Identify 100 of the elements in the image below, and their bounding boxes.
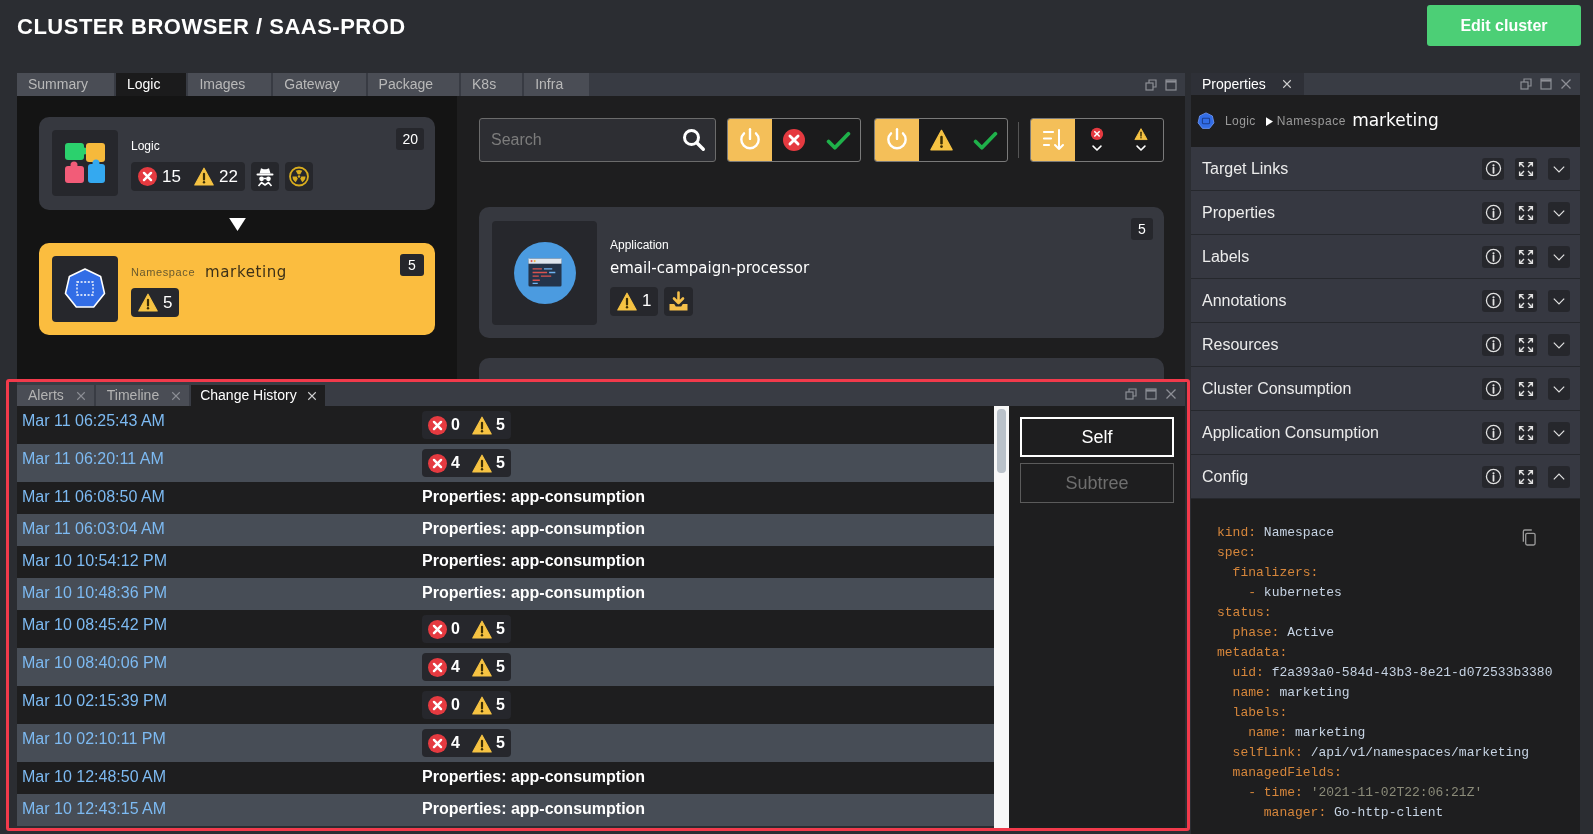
info-button[interactable] [1482, 289, 1504, 312]
tab[interactable]: Logic [115, 73, 187, 96]
toggle-button[interactable] [1548, 245, 1570, 268]
page-title: CLUSTER BROWSER / SAAS-PROD [17, 13, 406, 41]
scrollbar-thumb[interactable] [997, 409, 1006, 473]
history-row[interactable]: Mar 11 06:03:04 AM Properties: app-consumption [17, 514, 994, 546]
expand-button[interactable] [1515, 289, 1537, 312]
expand-icon [1518, 468, 1534, 485]
restore-window-icon[interactable] [1145, 78, 1157, 91]
error-sort-icon [1090, 127, 1104, 153]
history-row[interactable]: Mar 11 06:25:43 AM 0 5 [17, 406, 994, 444]
tab[interactable]: Properties [1191, 73, 1304, 95]
section-header[interactable]: Annotations [1191, 279, 1580, 323]
tab[interactable]: Timeline [95, 385, 190, 406]
toggle-button[interactable] [1548, 201, 1570, 224]
toggle-button[interactable] [1548, 465, 1570, 488]
node-card[interactable]: Namespace marketing 5 5 [39, 243, 435, 335]
error-count: 4 [451, 657, 460, 677]
history-row[interactable]: Mar 10 10:54:12 PM Properties: app-consumption [17, 546, 994, 578]
info-button[interactable] [1482, 333, 1504, 356]
node-name: marketing [1352, 109, 1439, 133]
tab[interactable]: Package [367, 73, 460, 96]
toggle-button[interactable] [1548, 333, 1570, 356]
expand-button[interactable] [1515, 465, 1537, 488]
maximize-icon[interactable] [1165, 78, 1177, 91]
change-text: Properties: app-consumption [422, 551, 646, 571]
tab[interactable]: Gateway [273, 73, 366, 96]
filter-toggle[interactable] [875, 119, 919, 161]
count-badge: 5 [400, 254, 424, 276]
puzzle-icon [63, 141, 107, 185]
change-text: Properties: app-consumption [422, 767, 646, 787]
section-header[interactable]: Properties [1191, 191, 1580, 235]
tab[interactable]: Change History [191, 385, 325, 406]
expand-button[interactable] [1515, 421, 1537, 444]
history-row[interactable]: Mar 11 06:20:11 AM 4 5 [17, 444, 994, 482]
section-header[interactable]: Resources [1191, 323, 1580, 367]
section-header[interactable]: Config [1191, 455, 1580, 499]
expand-icon [1518, 380, 1534, 397]
info-button[interactable] [1482, 157, 1504, 180]
info-button[interactable] [1482, 201, 1504, 224]
restore-window-icon[interactable] [1520, 78, 1532, 90]
copy-icon[interactable] [1521, 529, 1536, 546]
info-button[interactable] [1482, 465, 1504, 488]
toggle-button[interactable] [1548, 289, 1570, 312]
history-row[interactable]: Mar 11 06:08:50 AM Properties: app-consumption [17, 482, 994, 514]
toggle-button[interactable] [1548, 421, 1570, 444]
tab[interactable]: Infra [524, 73, 590, 96]
expand-button[interactable] [1515, 245, 1537, 268]
expand-button[interactable] [1515, 377, 1537, 400]
error-icon [783, 129, 805, 151]
tab[interactable]: K8s [461, 73, 523, 96]
tab[interactable]: Images [188, 73, 272, 96]
code-line: uid: f2a393a0-584d-43b3-8e21-d072533b3380 [1232, 664, 1553, 682]
change-text: Properties: app-consumption [422, 799, 646, 819]
toggle-button[interactable] [1548, 157, 1570, 180]
history-row[interactable]: Mar 10 08:40:06 PM 4 5 [17, 648, 994, 686]
history-row[interactable]: Mar 10 12:43:15 AM Properties: app-consumption [17, 794, 994, 826]
history-row[interactable]: Mar 10 08:45:42 PM 0 5 [17, 610, 994, 648]
tab[interactable]: Summary [17, 73, 114, 96]
history-row[interactable]: Mar 10 02:15:39 PM 0 5 [17, 686, 994, 724]
expand-icon [1518, 160, 1534, 177]
scope-button[interactable]: Self [1020, 417, 1174, 457]
expand-button[interactable] [1515, 201, 1537, 224]
section-header[interactable]: Cluster Consumption [1191, 367, 1580, 411]
warning-icon [193, 167, 214, 186]
toggle-button[interactable] [1548, 377, 1570, 400]
section-header[interactable]: Labels [1191, 235, 1580, 279]
item-card[interactable]: Application email-campaign-processor 1 5 [479, 207, 1164, 338]
tab[interactable]: Alerts [17, 385, 94, 406]
filter-toggle[interactable] [1031, 119, 1075, 161]
node-card[interactable]: Logic 15 22 20 [39, 117, 435, 210]
search-field[interactable]: Search [479, 118, 716, 162]
history-row[interactable]: Mar 10 12:48:50 AM Properties: app-consumption [17, 762, 994, 794]
right-triangle-icon [1265, 116, 1273, 126]
info-button[interactable] [1482, 377, 1504, 400]
maximize-icon[interactable] [1540, 78, 1552, 90]
expand-button[interactable] [1515, 333, 1537, 356]
info-button[interactable] [1482, 421, 1504, 444]
download-icon[interactable] [664, 286, 694, 316]
search-icon[interactable] [682, 128, 706, 152]
restore-window-icon[interactable] [1125, 388, 1137, 400]
warning-icon [471, 415, 492, 435]
code-line: name: marketing [1248, 724, 1366, 742]
warning-count: 5 [495, 733, 505, 753]
scrollbar[interactable] [994, 406, 1009, 828]
close-icon[interactable] [1281, 79, 1292, 89]
filter-toggle[interactable] [728, 119, 772, 161]
section-header[interactable]: Target Links [1191, 147, 1580, 191]
error-icon [428, 695, 447, 715]
section-header[interactable]: Application Consumption [1191, 411, 1580, 455]
expand-button[interactable] [1515, 157, 1537, 180]
maximize-icon[interactable] [1145, 388, 1157, 400]
node-type-label: Logic [131, 138, 160, 155]
breadcrumb-link[interactable]: Logic [1225, 112, 1256, 130]
error-icon [138, 167, 157, 186]
warning-count: 5 [495, 619, 505, 639]
info-button[interactable] [1482, 245, 1504, 268]
history-row[interactable]: Mar 10 10:48:36 PM Properties: app-consumption [17, 578, 994, 610]
close-icon[interactable] [306, 390, 317, 401]
history-row[interactable]: Mar 10 02:10:11 PM 4 5 [17, 724, 994, 762]
